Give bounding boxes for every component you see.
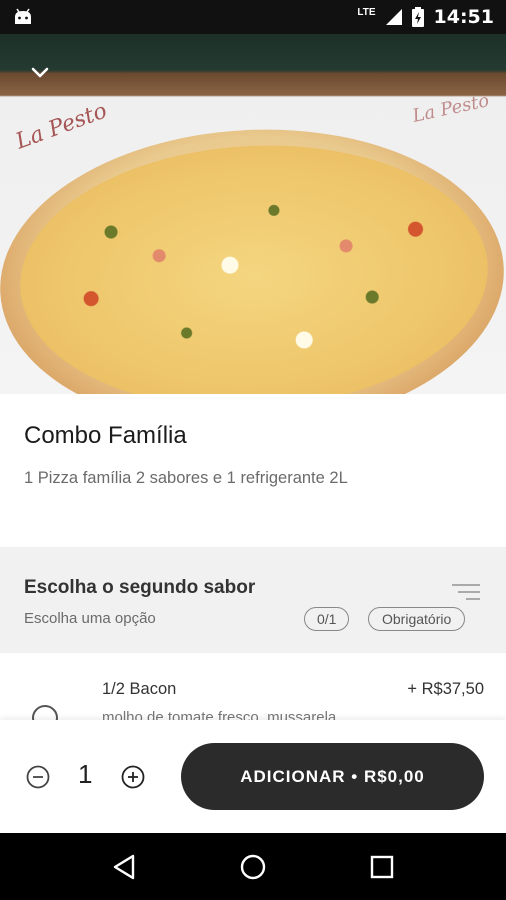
- home-button[interactable]: [238, 852, 268, 882]
- recents-button[interactable]: [367, 852, 397, 882]
- increase-quantity-button[interactable]: [121, 765, 145, 789]
- collapse-button[interactable]: [26, 62, 54, 84]
- back-button[interactable]: [109, 852, 139, 882]
- quantity-value: 1: [78, 759, 93, 789]
- home-circle-icon: [240, 854, 266, 879]
- required-badge: Obrigatório: [368, 607, 466, 631]
- list-item[interactable]: 1/2 Bacon + R$37,50 molho de tomate fres…: [0, 653, 506, 723]
- option-name: 1/2 Bacon: [102, 680, 177, 698]
- signal-icon: [385, 9, 402, 25]
- chevron-down-icon: [31, 67, 49, 78]
- option-group-title: Escolha o segundo sabor: [24, 577, 256, 598]
- product-image: La Pesto La Pesto: [0, 34, 506, 394]
- android-notification-icon: [15, 8, 31, 24]
- brand-logo-left: La Pesto: [12, 98, 111, 155]
- clock: 14:51: [433, 6, 494, 28]
- back-triangle-icon: [114, 854, 135, 879]
- brand-logo-right: La Pesto: [410, 90, 492, 127]
- add-to-cart-button[interactable]: ADICIONAR • R$0,00: [181, 743, 484, 810]
- selection-count-badge: 0/1: [304, 607, 350, 631]
- battery-icon: [411, 7, 424, 27]
- option-group-subtitle: Escolha uma opção: [24, 610, 156, 627]
- cart-footer: 1 ADICIONAR • R$0,00: [0, 720, 506, 833]
- decrease-quantity-button[interactable]: [26, 765, 50, 789]
- network-type: LTE: [357, 6, 376, 18]
- product-title: Combo Família: [24, 422, 187, 449]
- recents-square-icon: [370, 855, 393, 878]
- option-group-header: Escolha o segundo sabor Escolha uma opçã…: [0, 547, 506, 653]
- product-description: 1 Pizza família 2 sabores e 1 refrigeran…: [24, 469, 348, 487]
- status-bar: LTE 14:51: [0, 0, 506, 34]
- navigation-bar: [0, 833, 506, 900]
- option-price: + R$37,50: [407, 680, 484, 698]
- filter-lines-icon: [452, 584, 480, 600]
